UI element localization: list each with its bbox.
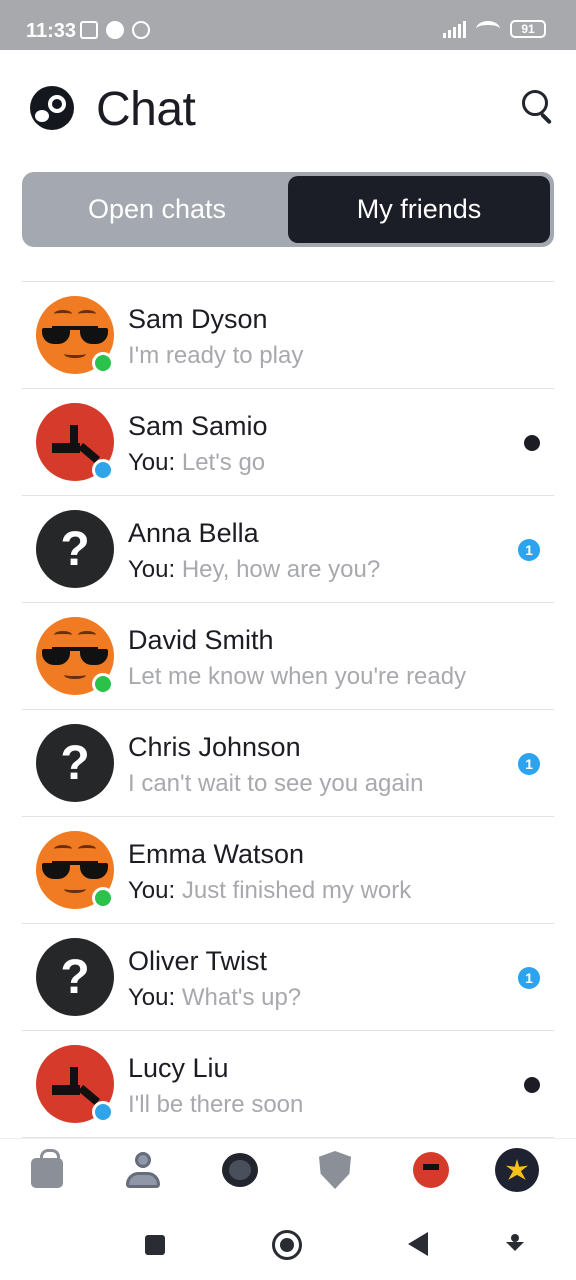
bottom-navigation bbox=[0, 1138, 576, 1200]
nav-guard[interactable] bbox=[312, 1147, 358, 1193]
contact-name: Sam Samio bbox=[128, 411, 268, 441]
unread-count-badge: 1 bbox=[518, 753, 540, 775]
message-preview: I can't wait to see you again bbox=[128, 770, 424, 797]
status-time: 11:33 bbox=[26, 20, 77, 42]
steam-logo-icon bbox=[30, 86, 74, 130]
online-status-icon bbox=[92, 1101, 114, 1123]
chat-row-sam-samio[interactable]: Sam Samio You: Let's go bbox=[22, 389, 554, 496]
contact-name: Oliver Twist bbox=[128, 946, 268, 976]
online-status-icon bbox=[92, 887, 114, 909]
unread-count-badge: 1 bbox=[518, 967, 540, 989]
back-icon[interactable] bbox=[408, 1232, 428, 1256]
nav-friend-avatar[interactable] bbox=[408, 1147, 454, 1193]
nav-my-profile[interactable] bbox=[494, 1147, 540, 1193]
chat-row-chris-johnson[interactable]: ? Chris Johnson I can't wait to see you … bbox=[22, 710, 554, 817]
signal-icon bbox=[443, 20, 466, 38]
user-avatar bbox=[495, 1148, 539, 1192]
avatar: ? bbox=[36, 938, 114, 1016]
status-bar: 11:33 91 bbox=[0, 0, 576, 50]
message-preview: I'll be there soon bbox=[128, 1091, 304, 1118]
status-left-icons bbox=[80, 21, 150, 39]
search-button[interactable] bbox=[520, 88, 556, 125]
message-preview: You: Hey, how are you? bbox=[128, 556, 381, 583]
app-notification-icon bbox=[106, 21, 124, 39]
chat-row-david-smith[interactable]: David Smith Let me know when you're read… bbox=[22, 603, 554, 710]
avatar: ? bbox=[36, 510, 114, 588]
sunglasses-icon bbox=[42, 647, 108, 665]
sunglasses-icon bbox=[42, 326, 108, 344]
unread-dot-icon bbox=[524, 435, 540, 451]
tab-my-friends[interactable]: My friends bbox=[288, 176, 550, 243]
chat-row-lucy-liu[interactable]: Lucy Liu I'll be there soon bbox=[22, 1031, 554, 1138]
chat-row-anna-bella[interactable]: ? Anna Bella You: Hey, how are you? 1 bbox=[22, 496, 554, 603]
battery-icon: 91 bbox=[510, 20, 546, 38]
message-preview: I'm ready to play bbox=[128, 342, 304, 369]
chat-tabs: Open chats My friends bbox=[22, 172, 554, 247]
message-preview: You: Just finished my work bbox=[128, 877, 412, 904]
online-status-icon bbox=[92, 352, 114, 374]
chat-row-emma-watson[interactable]: Emma Watson You: Just finished my work bbox=[22, 817, 554, 924]
message-preview: You: What's up? bbox=[128, 984, 302, 1011]
check-icon bbox=[132, 21, 150, 39]
nav-profile[interactable] bbox=[120, 1147, 166, 1193]
shield-icon bbox=[319, 1151, 351, 1189]
tab-open-chats[interactable]: Open chats bbox=[26, 176, 288, 243]
recents-icon[interactable] bbox=[145, 1235, 165, 1255]
question-mark-icon: ? bbox=[60, 522, 90, 576]
message-preview: Let me know when you're ready bbox=[128, 663, 467, 690]
hide-keyboard-icon[interactable] bbox=[506, 1234, 524, 1252]
sunglasses-icon bbox=[42, 861, 108, 879]
nav-chat[interactable] bbox=[217, 1147, 263, 1193]
chat-row-oliver-twist[interactable]: ? Oliver Twist You: What's up? 1 bbox=[22, 924, 554, 1031]
online-status-icon bbox=[92, 673, 114, 695]
store-bag-icon bbox=[31, 1149, 63, 1188]
tool-icon bbox=[50, 425, 100, 465]
profile-icon bbox=[124, 1150, 162, 1190]
chat-row-sam-dyson[interactable]: Sam Dyson I'm ready to play bbox=[22, 282, 554, 389]
message-preview: You: Let's go bbox=[128, 449, 266, 476]
wifi-icon bbox=[476, 21, 500, 37]
app-header: Chat bbox=[0, 50, 576, 170]
contact-name: Anna Bella bbox=[128, 518, 259, 548]
question-mark-icon: ? bbox=[60, 950, 90, 1004]
battery-level: 91 bbox=[521, 22, 535, 36]
contact-name: Chris Johnson bbox=[128, 732, 301, 762]
tool-icon bbox=[50, 1067, 100, 1107]
search-icon bbox=[522, 90, 548, 116]
chat-list: Sam Dyson I'm ready to play Sam Samio Yo… bbox=[22, 281, 554, 1138]
contact-name: Emma Watson bbox=[128, 839, 305, 869]
contact-name: Sam Dyson bbox=[128, 304, 268, 334]
system-navigation bbox=[0, 1200, 576, 1280]
home-icon[interactable] bbox=[272, 1230, 302, 1260]
status-right-icons: 91 bbox=[443, 20, 546, 38]
avatar: ? bbox=[36, 724, 114, 802]
online-status-icon bbox=[92, 459, 114, 481]
contact-name: David Smith bbox=[128, 625, 274, 655]
question-mark-icon: ? bbox=[60, 736, 90, 790]
chat-icon bbox=[222, 1153, 258, 1187]
nfc-icon bbox=[80, 21, 98, 39]
avatar bbox=[413, 1152, 449, 1188]
page-title: Chat bbox=[96, 83, 196, 136]
unread-count-badge: 1 bbox=[518, 539, 540, 561]
nav-store[interactable] bbox=[24, 1147, 70, 1193]
contact-name: Lucy Liu bbox=[128, 1053, 229, 1083]
unread-dot-icon bbox=[524, 1077, 540, 1093]
